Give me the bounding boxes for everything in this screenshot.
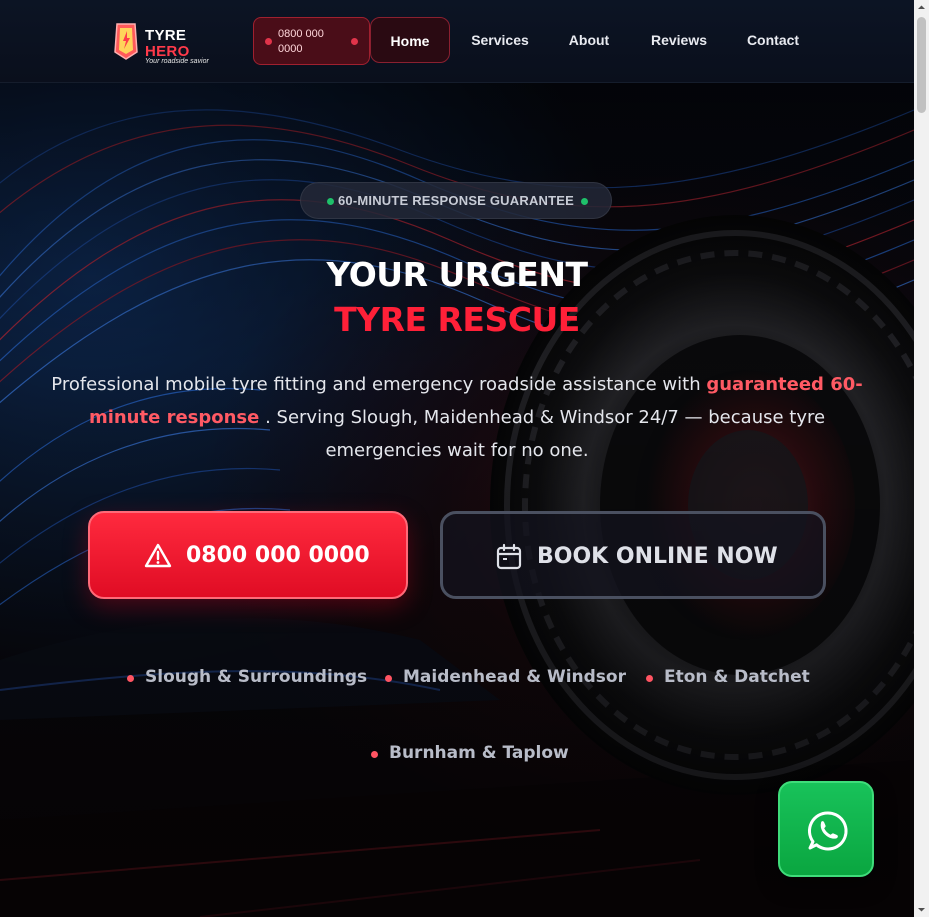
logo-tagline: Your roadside savior <box>145 58 209 65</box>
site-header: TYRE HERO Your roadside savior 0800 000 … <box>0 0 914 83</box>
page-scrollbar[interactable] <box>914 0 929 917</box>
area-label: Slough & Surroundings <box>145 667 368 687</box>
logo-shield-icon <box>114 23 138 60</box>
calendar-icon <box>496 543 522 570</box>
scroll-down-arrow-icon[interactable] <box>914 902 929 917</box>
alert-triangle-icon <box>144 543 172 568</box>
phone-dot-left <box>265 38 272 45</box>
call-now-button[interactable]: 0800 000 0000 <box>88 511 408 599</box>
book-online-button[interactable]: BOOK ONLINE NOW <box>440 511 826 599</box>
header-phone-button[interactable]: 0800 000 0000 <box>253 17 370 65</box>
nav-reviews[interactable]: Reviews <box>644 17 714 63</box>
nav-about[interactable]: About <box>558 17 620 63</box>
header-phone-label: 0800 000 0000 <box>278 28 324 55</box>
area-label: Eton & Datchet <box>664 667 810 687</box>
book-button-label: BOOK ONLINE NOW <box>537 544 778 569</box>
scrollbar-thumb[interactable] <box>917 17 926 113</box>
nav-home[interactable]: Home <box>370 17 450 63</box>
nav-services[interactable]: Services <box>462 17 538 63</box>
lead-text-part1: Professional mobile tyre fitting and eme… <box>51 374 707 395</box>
lead-text-part2: . Serving Slough, Maidenhead & Windsor 2… <box>259 407 826 461</box>
headline-line1: YOUR URGENT <box>326 255 588 294</box>
headline-line2: TYRE RESCUE <box>334 300 580 339</box>
whatsapp-button[interactable] <box>778 781 874 877</box>
area-bullet <box>385 675 392 682</box>
area-label: Maidenhead & Windsor <box>403 667 626 687</box>
nav-contact[interactable]: Contact <box>738 17 808 63</box>
phone-dot-right <box>351 38 358 45</box>
area-bullet <box>127 675 134 682</box>
call-button-label: 0800 000 0000 <box>186 543 370 568</box>
whatsapp-icon <box>808 811 848 851</box>
response-guarantee-badge: 60-MINUTE RESPONSE GUARANTEE <box>300 182 612 219</box>
scroll-up-arrow-icon[interactable] <box>914 0 929 15</box>
badge-text: 60-MINUTE RESPONSE GUARANTEE <box>337 193 575 208</box>
site-logo[interactable]: TYRE HERO Your roadside savior <box>114 22 224 68</box>
area-bullet <box>646 675 653 682</box>
logo-word-tyre: TYRE <box>145 27 187 44</box>
area-bullet <box>371 751 378 758</box>
area-label: Burnham & Taplow <box>389 743 569 763</box>
hero-description: Professional mobile tyre fitting and eme… <box>40 368 874 467</box>
badge-dot-right <box>581 198 588 205</box>
